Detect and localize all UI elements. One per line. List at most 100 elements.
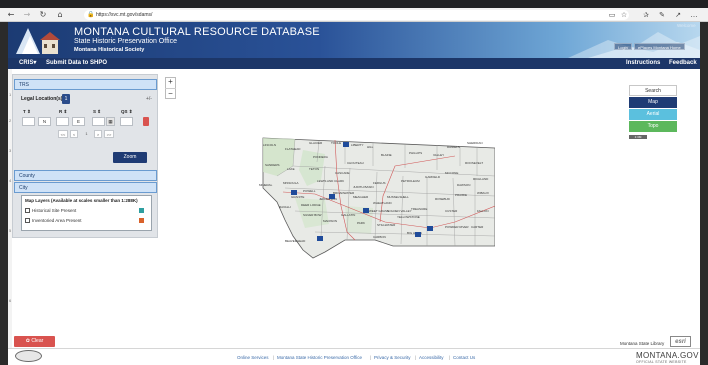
more-icon[interactable]: … bbox=[689, 10, 699, 20]
pager-last-button[interactable]: >> bbox=[104, 130, 114, 138]
favorite-icon[interactable]: ☆ bbox=[619, 10, 629, 20]
range-direction-select[interactable]: E bbox=[72, 117, 85, 126]
address-bar[interactable]: 🔒 https://svc.mt.gov/sdams/ bbox=[84, 10, 629, 20]
basemap-map-button[interactable]: Map bbox=[629, 97, 677, 108]
county-label: PONDERA bbox=[313, 155, 328, 159]
zoom-in-button[interactable]: + bbox=[165, 77, 176, 88]
sort-icon: ⇕ bbox=[27, 109, 31, 114]
county-label: LAKE bbox=[287, 167, 295, 171]
county-label: DANIELS bbox=[447, 145, 460, 149]
montana-map[interactable]: LINCOLN FLATHEAD GLACIER TOOLE LIBERTY H… bbox=[255, 136, 495, 262]
pager-prev-button[interactable]: < bbox=[70, 130, 78, 138]
footer-separator: | bbox=[370, 355, 372, 360]
legal-location-label: Legal Location(s) bbox=[21, 96, 63, 102]
montana-gov-subtitle: OFFICIAL STATE WEBSITE bbox=[636, 360, 687, 364]
county-label: GLACIER bbox=[309, 141, 323, 145]
remove-row-button[interactable] bbox=[143, 117, 149, 126]
county-label: MEAGHER bbox=[353, 195, 369, 199]
forward-icon[interactable]: → bbox=[22, 10, 32, 20]
gear-icon: ✿ bbox=[25, 338, 30, 344]
county-label: WIBAUX bbox=[477, 191, 489, 195]
gutter-number: 5 bbox=[9, 228, 12, 233]
township-direction-select[interactable]: N bbox=[38, 117, 51, 126]
county-label: CUSTER bbox=[445, 209, 458, 213]
zoom-button[interactable]: Zoom bbox=[113, 152, 147, 163]
reader-icon[interactable]: ▭ bbox=[607, 10, 617, 20]
county-label: FALLON bbox=[477, 209, 489, 213]
share-icon[interactable]: ↗ bbox=[673, 10, 683, 20]
gutter-number: 2 bbox=[9, 118, 12, 123]
county-label: MISSOULA bbox=[283, 181, 299, 185]
login-button[interactable]: Login bbox=[614, 43, 632, 50]
basemap-topo-button[interactable]: Topo bbox=[629, 121, 677, 132]
map-layers-title: Map Layers (Available at scales smaller … bbox=[25, 198, 138, 203]
submit-data-link[interactable]: Submit Data to SHPO bbox=[46, 58, 107, 69]
quarter-section-input[interactable] bbox=[120, 117, 133, 126]
eplaces-home-button[interactable]: ePlaces Montana Home bbox=[634, 43, 685, 50]
footer-link-shpo[interactable]: Montana State Historic Preservation Offi… bbox=[277, 355, 362, 360]
city-section-header[interactable]: City bbox=[14, 182, 157, 193]
pager-next-button[interactable]: > bbox=[94, 130, 102, 138]
basemap-aerial-button[interactable]: Aerial bbox=[629, 109, 677, 120]
county-label: BEAVERHEAD bbox=[285, 239, 306, 243]
shpo-logo[interactable] bbox=[8, 22, 64, 58]
county-label: GALLATIN bbox=[341, 213, 355, 217]
range-input[interactable] bbox=[56, 117, 69, 126]
home-icon[interactable]: ⌂ bbox=[55, 10, 65, 20]
pager-first-button[interactable]: << bbox=[58, 130, 68, 138]
instructions-link[interactable]: Instructions bbox=[626, 58, 660, 69]
scale-bar: 1:3M bbox=[629, 135, 647, 139]
footer-link-accessibility[interactable]: Accessibility bbox=[419, 355, 444, 360]
montana-gov-logo[interactable]: MONTANA.GOV bbox=[636, 351, 699, 360]
county-label: TETON bbox=[309, 167, 319, 171]
section-grid-icon[interactable]: ▦ bbox=[106, 117, 115, 126]
county-label: SILVER BOW bbox=[303, 213, 322, 217]
favorites-icon[interactable]: ✰ bbox=[641, 10, 651, 20]
feedback-link[interactable]: Feedback bbox=[669, 58, 697, 69]
refresh-icon[interactable]: ↻ bbox=[38, 10, 48, 20]
site-org: Montana Historical Society bbox=[74, 47, 145, 53]
browser-toolbar: ← → ↻ ⌂ 🔒 https://svc.mt.gov/sdams/ ▭ ☆ … bbox=[0, 8, 708, 22]
basemap-search-button[interactable]: Search bbox=[629, 85, 677, 96]
county-label: TOOLE bbox=[331, 141, 341, 145]
township-column-label: T ⇕ bbox=[23, 109, 31, 114]
county-label: BLAINE bbox=[381, 153, 392, 157]
sort-icon: ⇕ bbox=[63, 109, 68, 114]
trs-section-header[interactable]: TRS bbox=[14, 79, 157, 90]
esri-logo[interactable]: esri bbox=[670, 336, 691, 347]
gutter-number: 1 bbox=[9, 92, 12, 97]
footer-link-privacy[interactable]: Privacy & Security bbox=[374, 355, 411, 360]
county-label: CARBON bbox=[373, 235, 386, 239]
historical-site-label: Historical Site Present bbox=[32, 208, 77, 213]
county-label: CHOUTEAU bbox=[347, 161, 364, 165]
zoom-out-button[interactable]: − bbox=[165, 88, 176, 99]
back-icon[interactable]: ← bbox=[6, 10, 16, 20]
site-title: MONTANA CULTURAL RESOURCE DATABASE bbox=[74, 26, 320, 38]
sort-icon: ⇕ bbox=[128, 109, 133, 114]
county-label: PHILLIPS bbox=[409, 151, 422, 155]
county-label: YELLOWSTONE bbox=[397, 215, 420, 219]
footer-link-contact[interactable]: Contact Us bbox=[453, 355, 475, 360]
footer-link-online-services[interactable]: Online Services bbox=[237, 355, 269, 360]
section-input[interactable] bbox=[92, 117, 105, 126]
site-subtitle: State Historic Preservation Office bbox=[74, 38, 177, 45]
township-input[interactable] bbox=[22, 117, 35, 126]
legal-location-count-button[interactable]: 1 bbox=[62, 94, 70, 104]
county-label: PARK bbox=[357, 221, 365, 225]
county-label: POWELL bbox=[303, 189, 316, 193]
inventoried-area-checkbox[interactable] bbox=[25, 218, 30, 223]
cris-menu[interactable]: CRIS▾ bbox=[19, 58, 36, 69]
footer-separator: | bbox=[273, 355, 275, 360]
county-label: RICHLAND bbox=[473, 177, 489, 181]
county-label: TREASURE bbox=[411, 207, 427, 211]
expand-collapse-toggle[interactable]: +/- bbox=[146, 96, 152, 102]
county-label: SANDERS bbox=[265, 163, 280, 167]
county-section-header[interactable]: County bbox=[14, 170, 157, 181]
clear-button[interactable]: ✿ Clear bbox=[14, 336, 55, 347]
montana-state-seal[interactable] bbox=[15, 350, 42, 362]
county-label: ROSEBUD bbox=[435, 197, 451, 201]
historical-site-checkbox[interactable] bbox=[25, 208, 30, 213]
county-label: LIBERTY bbox=[351, 143, 363, 147]
collections-icon[interactable]: ✎ bbox=[657, 10, 667, 20]
county-label: RAVALLI bbox=[279, 205, 291, 209]
